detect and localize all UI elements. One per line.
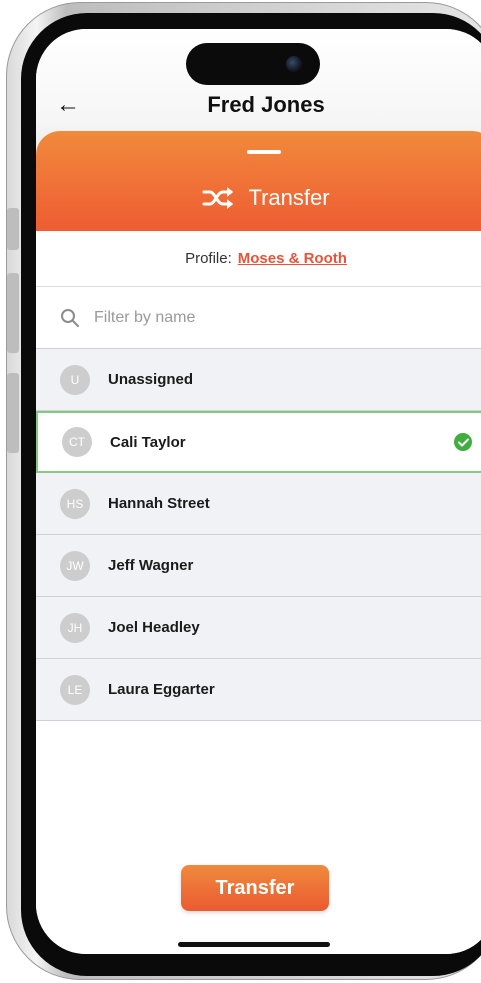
volume-up-button (7, 273, 19, 353)
user-list-item[interactable]: U Unassigned (36, 349, 481, 411)
filter-bar (36, 288, 481, 349)
search-icon (61, 309, 79, 327)
user-list-item[interactable]: JW Jeff Wagner (36, 535, 481, 597)
user-list: U Unassigned CT Cali Taylor HS Hannah Street J… (36, 349, 481, 721)
user-list-item[interactable]: HS Hannah Street (36, 473, 481, 535)
user-name: Jeff Wagner (108, 557, 194, 574)
user-name: Hannah Street (108, 495, 210, 512)
avatar: HS (60, 488, 90, 519)
transfer-button[interactable]: Transfer (181, 865, 329, 911)
page-title: Fred Jones (207, 92, 325, 117)
profile-link[interactable]: Moses & Rooth (238, 250, 347, 267)
profile-label: Profile: (185, 250, 232, 267)
user-name: Cali Taylor (110, 433, 186, 451)
filter-input[interactable] (94, 309, 394, 327)
profile-row: Profile: Moses & Rooth (36, 231, 481, 287)
volume-down-button (7, 373, 19, 453)
sheet-title-group: Transfer (36, 183, 481, 213)
sheet-grabber[interactable] (247, 150, 281, 154)
dynamic-island (186, 43, 320, 85)
camera-icon (286, 56, 302, 72)
action-button (7, 208, 19, 250)
user-list-item[interactable]: CT Cali Taylor (36, 411, 481, 473)
user-name: Laura Eggarter (108, 681, 215, 698)
avatar: JW (60, 550, 90, 581)
user-name: Unassigned (108, 371, 194, 388)
user-list-item[interactable]: LE Laura Eggarter (36, 659, 481, 721)
home-indicator[interactable] (178, 942, 330, 947)
sheet-title: Transfer (248, 185, 330, 210)
check-circle-icon (454, 433, 472, 451)
avatar: LE (60, 674, 90, 705)
avatar: U (60, 364, 90, 395)
avatar: JH (60, 612, 90, 643)
transfer-sheet: Transfer Profile: Moses & Rooth U Unassig… (36, 131, 481, 954)
shuffle-icon (202, 187, 234, 209)
avatar: CT (62, 427, 92, 457)
user-name: Joel Headley (108, 619, 200, 636)
app-screen: ← Fred Jones Transfer Profile: Moses & R… (36, 29, 481, 954)
sheet-header: Transfer (36, 131, 481, 231)
user-list-item[interactable]: JH Joel Headley (36, 597, 481, 659)
